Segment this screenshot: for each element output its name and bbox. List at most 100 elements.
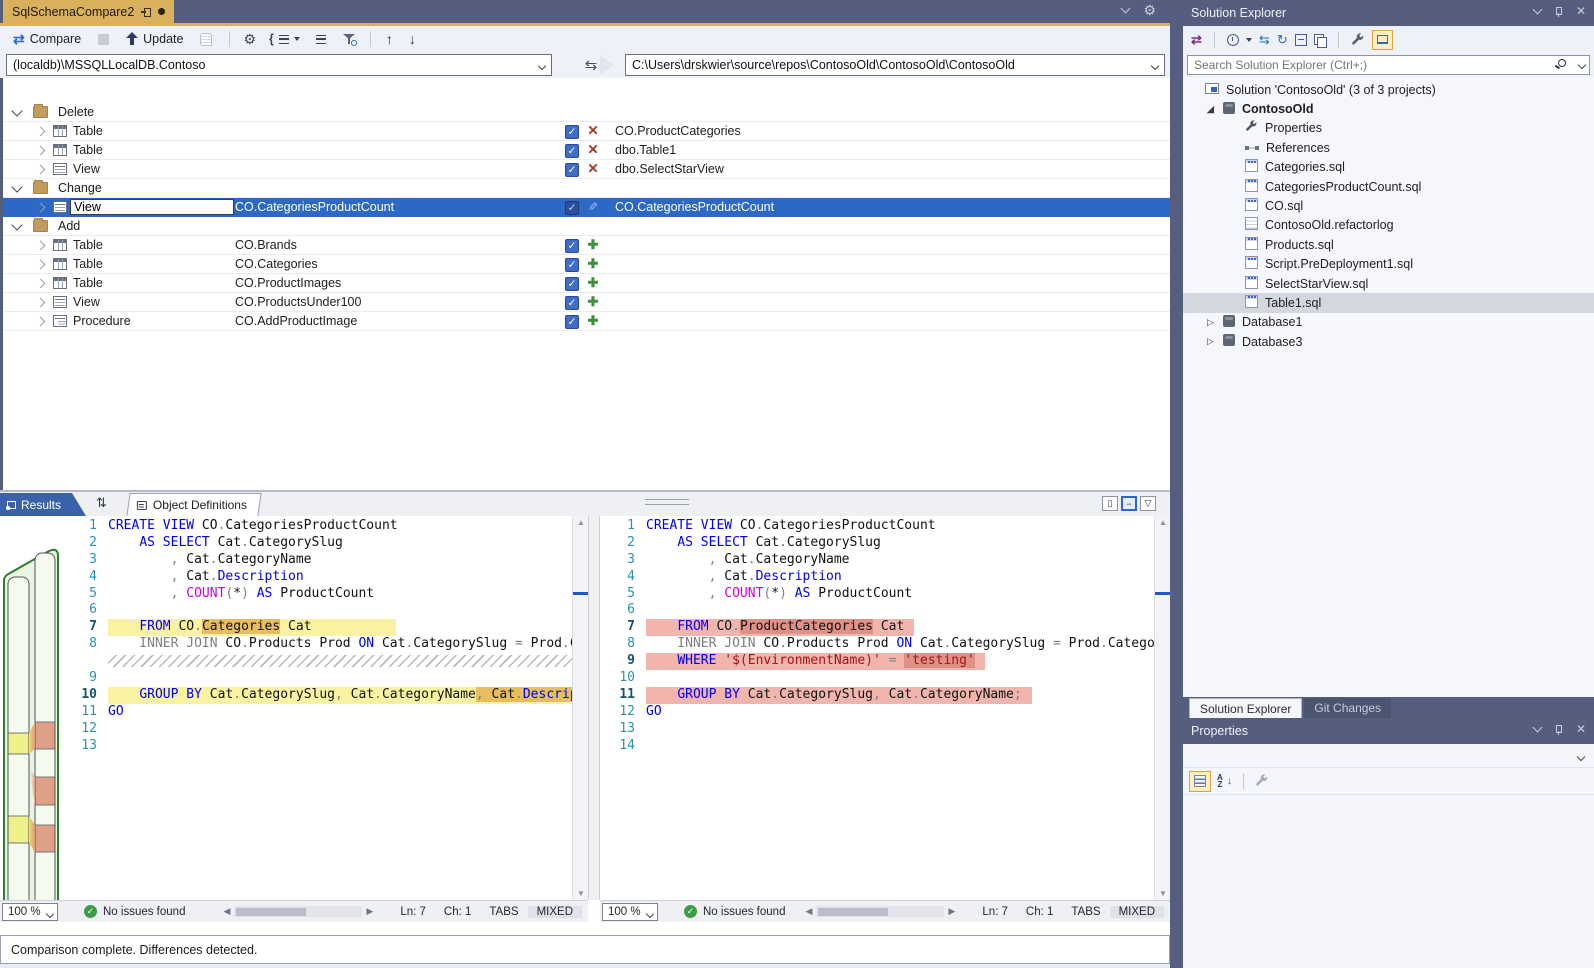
next-difference-button[interactable]: ↓ bbox=[403, 31, 422, 47]
left-editor-scrollbar[interactable]: ▲ ▼ bbox=[572, 516, 588, 900]
scrollbar-thumb[interactable] bbox=[818, 908, 888, 916]
include-checkbox[interactable]: ✓ bbox=[565, 125, 579, 139]
chevron-down-icon[interactable] bbox=[11, 219, 22, 230]
options-gear-icon[interactable]: ⚙ bbox=[239, 31, 260, 48]
target-dropdown[interactable]: C:\Users\drskwier\source\repos\ContosoOl… bbox=[625, 54, 1165, 76]
scrollbar-thumb[interactable] bbox=[236, 908, 306, 916]
group-by-button[interactable]: { bbox=[264, 30, 305, 48]
target-code-editor[interactable]: 1CREATE VIEW CO.CategoriesProductCount2 … bbox=[600, 516, 1154, 900]
tree-item-database1[interactable]: ▷Database1 bbox=[1183, 313, 1594, 332]
pending-changes-filter-icon[interactable] bbox=[1227, 34, 1239, 46]
scroll-down-icon[interactable]: ▼ bbox=[577, 889, 585, 898]
include-checkbox[interactable]: ✓ bbox=[565, 258, 579, 272]
chevron-down-icon[interactable] bbox=[1246, 38, 1252, 42]
compare-row[interactable]: TableCO.Brands✓✚ bbox=[3, 236, 1170, 255]
horizontal-scrollbar[interactable]: ◀ ▶ bbox=[801, 906, 959, 917]
right-editor-scrollbar[interactable]: ▲ ▼ bbox=[1154, 516, 1170, 900]
chevron-down-icon[interactable] bbox=[11, 105, 22, 116]
scroll-left-icon[interactable]: ◀ bbox=[219, 906, 234, 917]
alphabetical-sort-icon[interactable]: AZ bbox=[1217, 774, 1223, 788]
tab-list-chevron-icon[interactable] bbox=[1121, 4, 1131, 14]
chevron-right-icon[interactable] bbox=[36, 279, 46, 289]
panel-menu-chevron-icon[interactable] bbox=[1532, 723, 1542, 733]
chevron-right-icon[interactable] bbox=[36, 165, 46, 175]
scroll-up-icon[interactable]: ▲ bbox=[1159, 518, 1167, 527]
tab-git-changes[interactable]: Git Changes bbox=[1304, 698, 1391, 718]
scroll-left-icon[interactable]: ◀ bbox=[801, 906, 816, 917]
previous-difference-button[interactable]: ↑ bbox=[380, 31, 399, 47]
chevron-collapsed-icon[interactable]: ▷ bbox=[1207, 317, 1214, 328]
sort-lines-icon[interactable] bbox=[316, 35, 326, 44]
panel-menu-chevron-icon[interactable] bbox=[1532, 5, 1542, 15]
categorized-button[interactable] bbox=[1189, 771, 1211, 792]
show-all-files-icon[interactable] bbox=[1314, 34, 1326, 46]
window-divider[interactable] bbox=[1170, 0, 1183, 968]
include-checkbox[interactable]: ✓ bbox=[565, 315, 579, 329]
vertical-split-button[interactable]: ▯ bbox=[1102, 496, 1118, 511]
chevron-right-icon[interactable] bbox=[36, 241, 46, 251]
horizontal-split-button[interactable]: − bbox=[1121, 496, 1137, 511]
compare-row[interactable]: ViewCO.CategoriesProductCount✓✎CO.Catego… bbox=[3, 198, 1170, 217]
chevron-collapsed-icon[interactable]: ▷ bbox=[1207, 336, 1214, 347]
chevron-right-icon[interactable] bbox=[36, 260, 46, 270]
include-checkbox[interactable]: ✓ bbox=[565, 239, 579, 253]
editor-splitter[interactable] bbox=[588, 516, 600, 900]
swap-panes-button[interactable]: ⇅ bbox=[96, 495, 107, 511]
chevron-right-icon[interactable] bbox=[36, 317, 46, 327]
tree-item-co-sql[interactable]: CO.sql bbox=[1183, 196, 1594, 215]
refresh-icon[interactable]: ↻ bbox=[1277, 32, 1288, 48]
properties-titlebar[interactable]: Properties ✕ bbox=[1183, 718, 1594, 744]
search-input[interactable] bbox=[1187, 55, 1590, 75]
diff-overview-map[interactable] bbox=[0, 540, 62, 900]
pin-icon[interactable] bbox=[1554, 7, 1563, 16]
include-checkbox[interactable]: ✓ bbox=[565, 296, 579, 310]
tree-item-selectstarview-sql[interactable]: SelectStarView.sql bbox=[1183, 274, 1594, 293]
include-checkbox[interactable]: ✓ bbox=[565, 144, 579, 158]
tree-item-references[interactable]: References bbox=[1183, 138, 1594, 157]
sync-with-active-document-icon[interactable]: ⇆ bbox=[1259, 32, 1270, 48]
tree-item-categoriesproductcount-sql[interactable]: CategoriesProductCount.sql bbox=[1183, 177, 1594, 196]
tab-object-definitions[interactable]: Object Definitions bbox=[126, 493, 261, 516]
compare-row[interactable]: TableCO.Categories✓✚ bbox=[3, 255, 1170, 274]
search-icon[interactable] bbox=[1558, 59, 1566, 67]
include-checkbox[interactable]: ✓ bbox=[565, 277, 579, 291]
chevron-right-icon[interactable] bbox=[36, 298, 46, 308]
compare-row[interactable]: ProcedureCO.AddProductImage✓✚ bbox=[3, 312, 1170, 331]
document-tab[interactable]: SqlSchemaCompare2 bbox=[3, 0, 174, 23]
include-checkbox[interactable]: ✓ bbox=[565, 163, 579, 177]
tree-item-contosoold-refactorlog[interactable]: ContosoOld.refactorlog bbox=[1183, 216, 1594, 235]
compare-row[interactable]: ViewCO.ProductsUnder100✓✚ bbox=[3, 293, 1170, 312]
compare-row[interactable]: TableCO.ProductImages✓✚ bbox=[3, 274, 1170, 293]
chevron-down-icon[interactable] bbox=[11, 181, 22, 192]
pin-icon[interactable] bbox=[141, 7, 151, 16]
splitter-grip[interactable] bbox=[645, 499, 689, 505]
tab-results[interactable]: Results bbox=[0, 493, 86, 516]
zoom-level-dropdown[interactable]: 100 % bbox=[2, 903, 58, 921]
scroll-up-icon[interactable]: ▲ bbox=[577, 518, 585, 527]
tree-item-properties[interactable]: Properties bbox=[1183, 119, 1594, 138]
group-row-delete[interactable]: Delete bbox=[3, 103, 1170, 122]
include-checkbox[interactable]: ✓ bbox=[565, 201, 579, 215]
group-row-add[interactable]: Add bbox=[3, 217, 1170, 236]
properties-wrench-icon[interactable] bbox=[1351, 33, 1365, 47]
group-row-change[interactable]: Change bbox=[3, 179, 1170, 198]
tree-item-categories-sql[interactable]: Categories.sql bbox=[1183, 158, 1594, 177]
tab-solution-explorer[interactable]: Solution Explorer bbox=[1189, 698, 1302, 718]
compare-row[interactable]: Table✓✕dbo.Table1 bbox=[3, 141, 1170, 160]
tree-item-script-predeployment1-sql[interactable]: Script.PreDeployment1.sql bbox=[1183, 255, 1594, 274]
tree-item-table1-sql[interactable]: Table1.sql bbox=[1183, 293, 1594, 312]
source-code-editor[interactable]: 1CREATE VIEW CO.CategoriesProductCount2 … bbox=[62, 516, 572, 900]
tree-item-solution-contosoold-3-of-3-projects[interactable]: Solution 'ContosoOld' (3 of 3 projects) bbox=[1183, 80, 1594, 99]
scroll-down-icon[interactable]: ▼ bbox=[1159, 889, 1167, 898]
chevron-right-icon[interactable] bbox=[36, 127, 46, 137]
close-icon[interactable]: ✕ bbox=[1576, 6, 1586, 16]
chevron-expanded-icon[interactable]: ◢ bbox=[1207, 104, 1214, 115]
source-dropdown[interactable]: (localdb)\MSSQLLocalDB.Contoso bbox=[6, 54, 552, 76]
properties-object-dropdown[interactable] bbox=[1183, 744, 1594, 768]
document-well-options-gear-icon[interactable]: ⚙ bbox=[1143, 3, 1156, 17]
chevron-right-icon[interactable] bbox=[36, 203, 46, 213]
chevron-right-icon[interactable] bbox=[36, 146, 46, 156]
close-icon[interactable]: ✕ bbox=[1576, 724, 1586, 734]
property-pages-wrench-icon[interactable] bbox=[1255, 774, 1269, 788]
tree-item-database3[interactable]: ▷Database3 bbox=[1183, 332, 1594, 351]
